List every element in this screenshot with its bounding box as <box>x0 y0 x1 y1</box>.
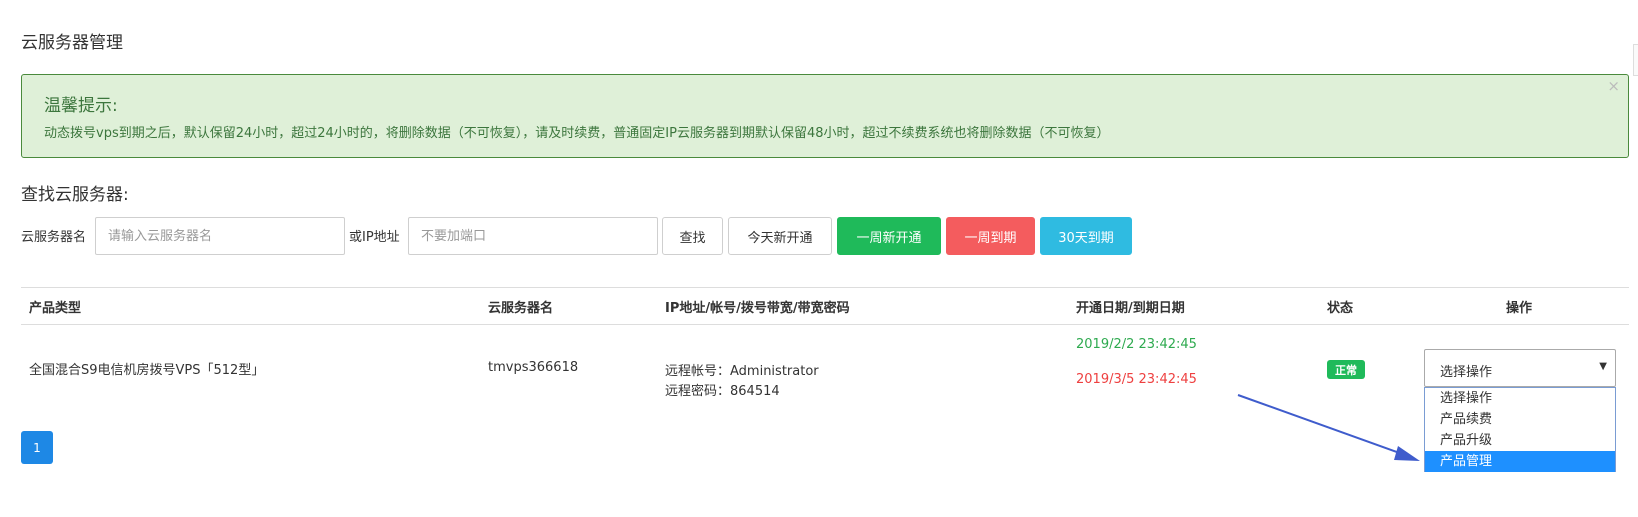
option-upgrade[interactable]: 产品升级 <box>1425 430 1615 451</box>
expire-date: 2019/3/5 23:42:45 <box>1076 372 1197 387</box>
table-top-border <box>21 287 1629 288</box>
search-button[interactable]: 查找 <box>662 217 723 255</box>
product-type-cell: 全国混合S9电信机房拨号VPS「512型」 <box>29 363 265 378</box>
page: 云服务器管理 温馨提示: 动态拨号vps到期之后，默认保留24小时，超过24小时… <box>0 0 1638 517</box>
action-select-value: 选择操作 <box>1440 365 1493 380</box>
action-select[interactable]: 选择操作 ▼ <box>1424 349 1616 387</box>
header-product-type: 产品类型 <box>29 301 82 316</box>
header-ip-account: IP地址/帐号/拨号带宽/带宽密码 <box>665 301 850 316</box>
server-name-input[interactable] <box>95 217 345 255</box>
alert-text: 动态拨号vps到期之后，默认保留24小时，超过24小时的，将删除数据（不可恢复）… <box>44 126 1110 141</box>
alert-title: 温馨提示: <box>44 96 118 116</box>
status-badge: 正常 <box>1327 360 1365 379</box>
header-server-name: 云服务器名 <box>488 301 554 316</box>
table-header-border <box>21 324 1629 325</box>
pagination-page-1[interactable]: 1 <box>21 431 53 464</box>
week-expire-button[interactable]: 一周到期 <box>946 217 1035 255</box>
page-title: 云服务器管理 <box>21 33 123 53</box>
search-section-title: 查找云服务器: <box>21 185 129 205</box>
server-name-label: 云服务器名 <box>21 230 87 245</box>
notice-alert: 温馨提示: 动态拨号vps到期之后，默认保留24小时，超过24小时的，将删除数据… <box>21 74 1629 158</box>
open-date: 2019/2/2 23:42:45 <box>1076 337 1197 352</box>
remote-account: 远程帐号：Administrator <box>665 364 819 379</box>
thirty-days-expire-button[interactable]: 30天到期 <box>1040 217 1132 255</box>
ip-address-input[interactable] <box>408 217 658 255</box>
header-status: 状态 <box>1327 301 1354 316</box>
scrollbar[interactable] <box>1633 44 1638 76</box>
option-renew[interactable]: 产品续费 <box>1425 409 1615 430</box>
option-select-action[interactable]: 选择操作 <box>1425 388 1615 409</box>
remote-password: 远程密码：864514 <box>665 384 780 399</box>
server-name-cell: tmvps366618 <box>488 360 579 375</box>
close-icon[interactable]: × <box>1607 77 1620 95</box>
ip-address-label: 或IP地址 <box>349 230 400 245</box>
header-dates: 开通日期/到期日期 <box>1076 301 1185 316</box>
option-manage[interactable]: 产品管理 <box>1425 451 1615 472</box>
week-new-button[interactable]: 一周新开通 <box>837 217 941 255</box>
today-new-button[interactable]: 今天新开通 <box>728 217 832 255</box>
action-dropdown: 选择操作 产品续费 产品升级 产品管理 <box>1424 387 1616 472</box>
header-operation: 操作 <box>1506 301 1533 316</box>
chevron-down-icon: ▼ <box>1599 361 1607 372</box>
